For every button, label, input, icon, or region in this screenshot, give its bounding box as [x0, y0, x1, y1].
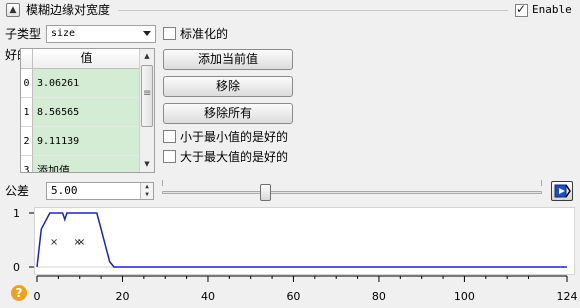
add-value-cell[interactable]: 添加值	[33, 156, 140, 172]
enable-checkbox[interactable]	[515, 2, 528, 17]
good-values-table[interactable]: 值 0 3.06261 1 8.56565 2 9.11139 3 添加值 ▲ …	[20, 48, 155, 173]
tolerance-label: 公差	[5, 184, 30, 198]
title-divider	[118, 10, 508, 11]
x-tick-label: 100	[454, 290, 475, 303]
question-icon[interactable]: ?	[11, 285, 27, 301]
column-header-value[interactable]: 值	[33, 49, 140, 68]
table-corner	[21, 49, 33, 68]
table-row[interactable]: 3 添加值	[21, 156, 140, 172]
chevron-down-icon	[143, 31, 151, 36]
tolerance-value: 5.00	[51, 184, 78, 197]
value-cell[interactable]: 3.06261	[33, 69, 140, 98]
slider-tick	[541, 180, 542, 186]
row-index: 3	[21, 156, 33, 172]
apply-arrow-icon	[554, 184, 571, 198]
table-scrollbar[interactable]: ▲ ▼	[139, 49, 154, 172]
data-marker: ×	[50, 237, 58, 248]
data-marker: ×	[77, 237, 85, 248]
x-tick-label: 80	[372, 290, 386, 303]
subtype-label: 子类型	[5, 27, 42, 41]
remove-all-button[interactable]: 移除所有	[163, 103, 293, 124]
scroll-up-icon[interactable]: ▲	[140, 49, 154, 64]
row-index: 2	[21, 127, 33, 156]
y-tick-label: 1	[13, 207, 20, 220]
tolerance-slider-thumb[interactable]	[259, 184, 271, 201]
scroll-down-icon[interactable]: ▼	[140, 157, 154, 172]
apply-button[interactable]	[551, 181, 573, 201]
value-cell[interactable]: 8.56565	[33, 98, 140, 127]
x-tick-label: 40	[201, 290, 215, 303]
table-row[interactable]: 2 9.11139	[21, 127, 140, 156]
greater-than-max-good-label: 大于最大值的是好的	[180, 150, 289, 164]
row-index: 1	[21, 98, 33, 127]
y-tick-label: 0	[13, 261, 20, 274]
x-tick-label: 0	[34, 290, 41, 303]
table-row[interactable]: 0 3.06261	[21, 69, 140, 98]
chevron-up-icon: ▲	[9, 5, 17, 15]
x-tick-label: 124	[557, 290, 578, 303]
add-current-value-button[interactable]: 添加当前值	[163, 49, 293, 70]
x-tick-label: 20	[115, 290, 129, 303]
enable-label: Enable	[532, 3, 572, 16]
less-than-min-good-label: 小于最小值的是好的	[180, 130, 289, 144]
normalized-checkbox[interactable]	[163, 27, 176, 40]
value-cell[interactable]: 9.11139	[33, 127, 140, 156]
normalized-label: 标准化的	[180, 27, 229, 41]
membership-chart: 010 20 40 60 80 100 124× ××	[13, 207, 578, 303]
remove-button[interactable]: 移除	[163, 76, 293, 97]
x-tick-label: 60	[286, 290, 300, 303]
membership-line	[36, 212, 567, 268]
spin-arrows-icon[interactable]: ▲ ▼	[140, 183, 153, 199]
collapse-button[interactable]: ▲	[6, 3, 20, 17]
less-than-min-good-checkbox[interactable]	[163, 130, 176, 143]
tolerance-spinbox[interactable]: 5.00 ▲ ▼	[46, 182, 154, 200]
row-index: 0	[21, 69, 33, 98]
table-header: 值	[21, 49, 140, 69]
subtype-value: size	[51, 28, 76, 39]
greater-than-max-good-checkbox[interactable]	[163, 150, 176, 163]
slider-tick	[162, 180, 163, 186]
tolerance-slider-track[interactable]	[162, 191, 542, 194]
scrollbar-thumb[interactable]	[141, 65, 153, 127]
table-row[interactable]: 1 8.56565	[21, 98, 140, 127]
panel-title: 模糊边缘对宽度	[26, 3, 111, 17]
subtype-select[interactable]: size	[46, 25, 156, 43]
